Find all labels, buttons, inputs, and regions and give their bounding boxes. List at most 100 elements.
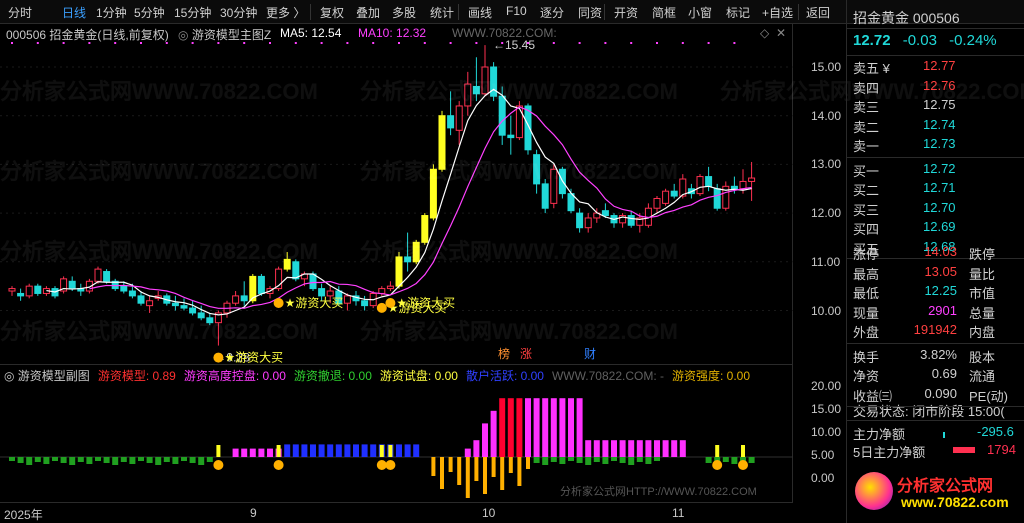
- sub-bar-green: [112, 457, 119, 465]
- stat2-row: 收益㈢ 0.090 PE(动): [853, 386, 1008, 404]
- toolbar-item-9[interactable]: 多股: [392, 4, 416, 21]
- toolbar-item-7[interactable]: 复权: [320, 4, 344, 21]
- main-chart[interactable]: ←15.45←9.28★游资大买★游资大买 ★游资大买★游资大买榜涨财: [0, 24, 793, 364]
- sub-bar: [361, 444, 368, 457]
- ask-label: 卖五 ¥: [853, 61, 890, 76]
- indicator-name[interactable]: ◎ 游资模型主图Z: [178, 26, 271, 43]
- sub-bar: [679, 440, 686, 457]
- sub-bar: [525, 398, 531, 457]
- sub-bar: [310, 444, 316, 457]
- buy-signal-label: ★游资大买: [285, 296, 344, 310]
- top-marker: [320, 42, 323, 44]
- toolbar-item-11[interactable]: 画线: [468, 4, 492, 21]
- top-marker: [681, 42, 684, 44]
- sub-bar-green: [69, 457, 76, 465]
- buy-signal-icon: [213, 352, 224, 363]
- sub-bar: [404, 444, 411, 457]
- quote-price-line: 12.72 -0.03 -0.24%: [853, 32, 997, 50]
- toolbar-item-10[interactable]: 统计: [430, 4, 454, 21]
- toolbar-item-0[interactable]: 分时: [8, 4, 32, 21]
- price-axis: 15.00 14.00 13.00 12.00 11.00 10.00 20.00 15.00…: [793, 24, 846, 502]
- sub-bar: [482, 423, 488, 457]
- sub-bar-gold: [474, 457, 479, 481]
- sub-indicator-4: 散户活跃: 0.00: [465, 369, 544, 383]
- toolbar-item-19[interactable]: +自选: [762, 4, 793, 21]
- toolbar-item-5[interactable]: 30分钟: [220, 4, 257, 21]
- main-chart-panel[interactable]: ←15.45 ←9.28 ★游资大买 ★游资大买 ★游资大买 ★游资大买榜涨财 00050…: [0, 24, 1024, 364]
- sub-bar: [645, 440, 652, 457]
- toolbar-item-3[interactable]: 5分钟: [134, 4, 165, 21]
- diamond-icon[interactable]: ◇: [760, 26, 769, 40]
- sub-bar: [327, 444, 334, 457]
- candle-body: [120, 285, 128, 292]
- stat-right-label: 量比: [969, 266, 996, 282]
- candle-body: [730, 185, 738, 190]
- divider: [847, 342, 1024, 344]
- site-logo: 分析家公式网 www.70822.com: [855, 468, 1019, 518]
- toolbar-separator: [604, 4, 605, 20]
- stock-chart-app: 分时 日线 1分钟 5分钟 15分钟 30分钟 更多 〉复权 叠加 多股 统计 画线 F10 逐分 同资开…: [0, 0, 1024, 523]
- toolbar-item-6[interactable]: 更多 〉: [266, 4, 305, 21]
- toolbar-item-18[interactable]: 标记: [726, 4, 750, 21]
- stat-label: 外盘: [853, 325, 880, 340]
- sub-bar-gold: [526, 457, 530, 469]
- sub-bar-green: [172, 457, 179, 464]
- top-marker: [475, 42, 478, 44]
- sub-bar-green: [198, 457, 205, 465]
- stat-value: 12.25: [924, 283, 957, 298]
- toolbar-item-1[interactable]: 日线: [62, 4, 86, 21]
- sub-chart-panel[interactable]: ◎ 游资模型副图 游资模型: 0.89 游资高度控盘: 0.00 游资撤退: 0.00…: [0, 364, 793, 502]
- toolbar-item-17[interactable]: 小窗: [688, 4, 712, 21]
- signal-icon: [273, 460, 284, 470]
- candle-body: [8, 288, 16, 292]
- flow2-bar: [953, 447, 975, 453]
- sub-bar-gold: [500, 457, 505, 490]
- toolbar-item-15[interactable]: 开资: [614, 4, 638, 21]
- candle-body: [343, 295, 351, 304]
- candle-body: [103, 271, 111, 282]
- toolbar-item-4[interactable]: 15分钟: [174, 4, 211, 21]
- candle-body: [25, 285, 33, 297]
- ma10-line: [89, 106, 752, 309]
- sub-tick: 20.00: [811, 379, 842, 393]
- toolbar-item-12[interactable]: F10: [506, 4, 527, 18]
- top-marker: [656, 42, 658, 44]
- header-watermark: WWW.70822.COM:: [452, 26, 557, 40]
- candle-body: [68, 280, 76, 290]
- ask-row: 卖一 12.73: [853, 136, 956, 154]
- quote-name: 招金黄金 000506: [853, 10, 960, 26]
- sub-bar-green: [705, 457, 712, 463]
- logo-text: 分析家公式网: [897, 478, 994, 495]
- toolbar-item-2[interactable]: 1分钟: [96, 4, 127, 21]
- candle-body: [318, 288, 326, 297]
- bid-label: 买三: [853, 202, 880, 218]
- candle-body: [455, 105, 463, 131]
- candle-body: [421, 215, 429, 243]
- sub-bar: [516, 398, 523, 457]
- toolbar-item-13[interactable]: 逐分: [540, 4, 564, 21]
- top-marker: [578, 42, 581, 44]
- sub-bar: [671, 440, 678, 457]
- sub-chart-name[interactable]: ◎ 游资模型副图: [4, 369, 90, 383]
- buy-signal-icon: [273, 298, 284, 309]
- candle-body: [17, 292, 25, 297]
- toolbar-item-8[interactable]: 叠加: [356, 4, 380, 21]
- sub-bar: [335, 444, 342, 457]
- sub-bar-green: [611, 457, 617, 461]
- top-marker: [346, 42, 349, 44]
- toolbar-item-16[interactable]: 简框: [652, 4, 676, 21]
- ask-price: 12.73: [923, 136, 956, 151]
- sub-bar-green: [636, 457, 643, 462]
- sub-bar: [490, 410, 497, 457]
- stat2-right-label: 流通: [969, 369, 996, 384]
- top-marker: [733, 42, 736, 44]
- sub-bar: [241, 448, 248, 457]
- stat-label: 涨停: [853, 247, 880, 262]
- close-icon[interactable]: ✕: [776, 26, 786, 40]
- toolbar-item-20[interactable]: 返回: [806, 4, 830, 21]
- sub-bar: [258, 448, 265, 457]
- toolbar-item-14[interactable]: 同资: [578, 4, 602, 21]
- candle-body: [550, 168, 558, 204]
- flow1-row: 主力净额: [853, 424, 905, 442]
- indicator-settings-icon[interactable]: ◎: [178, 28, 192, 42]
